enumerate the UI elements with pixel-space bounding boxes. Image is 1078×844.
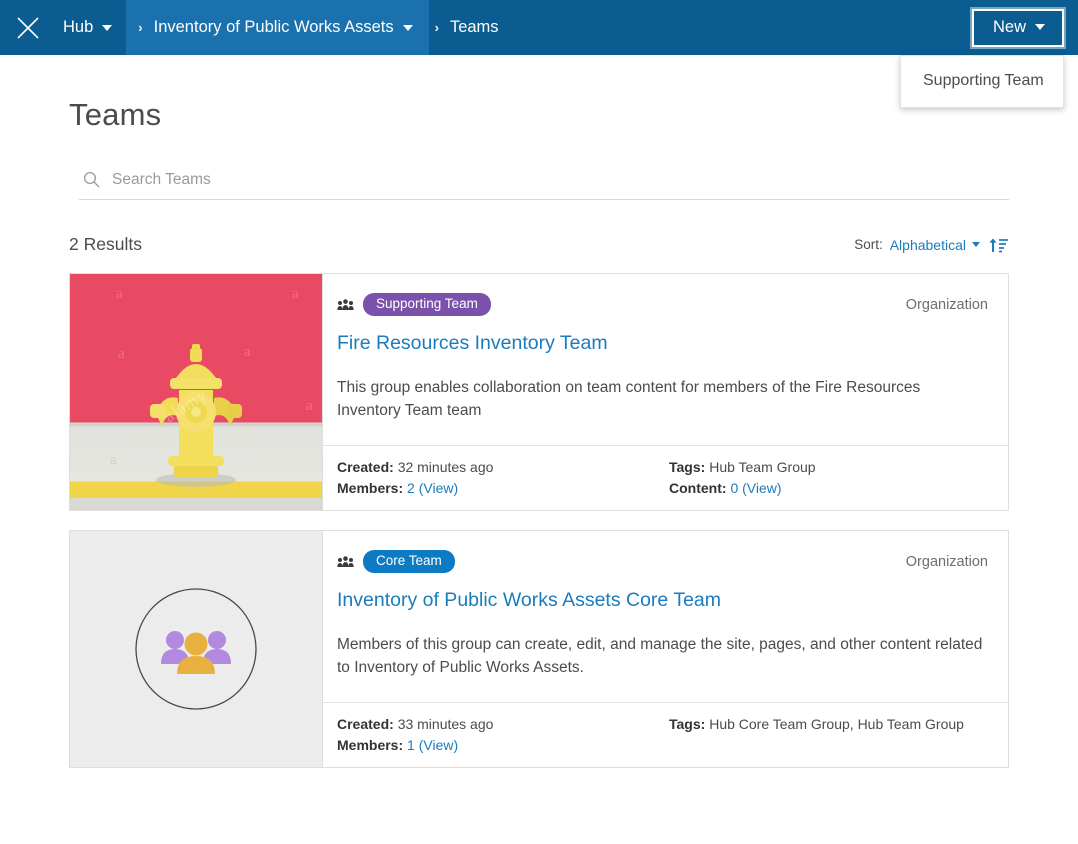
team-meta-left: Created: 33 minutes ago Members: 1 (View… xyxy=(337,716,669,753)
team-card-header: Core Team Organization xyxy=(337,550,988,573)
tags-value: Hub Team Group xyxy=(709,459,815,475)
members-meta: Members: 1 (View) xyxy=(337,737,669,753)
created-value: 32 minutes ago xyxy=(398,459,494,475)
photo-watermark: a xyxy=(244,344,251,361)
team-thumbnail xyxy=(70,531,322,767)
chevron-down-icon xyxy=(972,242,980,247)
tags-meta: Tags: Hub Team Group xyxy=(669,459,816,475)
tags-value: Hub Core Team Group, Hub Team Group xyxy=(709,716,964,732)
breadcrumb-site[interactable]: › Inventory of Public Works Assets xyxy=(126,0,428,55)
content-meta: Content: 0 (View) xyxy=(669,480,816,496)
team-card-footer: Created: 32 minutes ago Members: 2 (View… xyxy=(323,445,1008,510)
breadcrumb-teams-label: Teams xyxy=(450,18,499,37)
fire-hydrant-illustration xyxy=(136,338,256,488)
team-type-badge: Core Team xyxy=(363,550,455,573)
photo-watermark: a xyxy=(116,286,123,303)
team-card-header: Supporting Team Organization xyxy=(337,293,988,316)
results-toolbar: 2 Results Sort: Alphabetical xyxy=(69,234,1009,255)
members-value-link[interactable]: 1 (View) xyxy=(407,737,458,753)
team-card-main: Supporting Team Organization Fire Resour… xyxy=(323,274,1008,445)
created-meta: Created: 32 minutes ago xyxy=(337,459,669,475)
created-label: Created: xyxy=(337,716,394,732)
breadcrumb-hub[interactable]: Hub xyxy=(55,0,126,55)
topbar-actions: New xyxy=(972,0,1078,55)
team-description: This group enables collaboration on team… xyxy=(337,377,988,423)
menu-item-supporting-team[interactable]: Supporting Team xyxy=(901,56,1063,107)
sort-controls: Sort: Alphabetical xyxy=(854,237,1009,253)
created-value: 33 minutes ago xyxy=(398,716,494,732)
sort-ascending-icon[interactable] xyxy=(989,237,1009,253)
tags-label: Tags: xyxy=(669,716,705,732)
team-card-footer: Created: 33 minutes ago Members: 1 (View… xyxy=(323,702,1008,767)
page-content: Teams 2 Results Sort: Alphabetical xyxy=(0,55,1078,768)
team-meta-right: Tags: Hub Core Team Group, Hub Team Grou… xyxy=(669,716,964,753)
new-dropdown-menu: Supporting Team xyxy=(900,55,1064,108)
new-button[interactable]: New xyxy=(972,9,1064,47)
access-level-label: Organization xyxy=(906,297,988,313)
team-card-body: Supporting Team Organization Fire Resour… xyxy=(322,274,1008,510)
photo-watermark: a xyxy=(292,286,299,303)
sort-select[interactable]: Alphabetical xyxy=(890,237,980,253)
members-value-link[interactable]: 2 (View) xyxy=(407,480,458,496)
group-people-icon xyxy=(337,556,354,568)
members-meta: Members: 2 (View) xyxy=(337,480,669,496)
breadcrumb-teams[interactable]: › Teams xyxy=(429,0,516,55)
search-icon xyxy=(83,171,100,188)
close-button[interactable] xyxy=(0,0,55,55)
group-avatar-illustration xyxy=(131,584,261,714)
members-label: Members: xyxy=(337,737,403,753)
team-thumbnail: a a a a a a alamy xyxy=(70,274,322,510)
hydrant-photo: a a a a a a alamy xyxy=(70,274,322,510)
breadcrumb-hub-label: Hub xyxy=(63,18,93,37)
results-count: 2 Results xyxy=(69,234,142,255)
created-meta: Created: 33 minutes ago xyxy=(337,716,669,732)
photo-watermark: a xyxy=(110,452,117,469)
tags-meta: Tags: Hub Core Team Group, Hub Team Grou… xyxy=(669,716,964,732)
tags-label: Tags: xyxy=(669,459,705,475)
chevron-down-icon xyxy=(102,25,112,31)
members-label: Members: xyxy=(337,480,403,496)
team-card-main: Core Team Organization Inventory of Publ… xyxy=(323,531,1008,702)
chevron-right-icon: › xyxy=(138,20,142,35)
close-icon xyxy=(15,15,41,41)
search-input[interactable] xyxy=(112,171,1009,189)
team-title-link[interactable]: Inventory of Public Works Assets Core Te… xyxy=(337,589,988,612)
team-card-body: Core Team Organization Inventory of Publ… xyxy=(322,531,1008,767)
content-label: Content: xyxy=(669,480,727,496)
chevron-down-icon xyxy=(1035,24,1045,30)
team-type-badge: Supporting Team xyxy=(363,293,491,316)
group-avatar-thumbnail xyxy=(70,531,322,767)
new-button-label: New xyxy=(993,18,1026,37)
content-container: Teams 2 Results Sort: Alphabetical xyxy=(69,55,1009,768)
search-bar xyxy=(79,160,1009,200)
team-card[interactable]: Core Team Organization Inventory of Publ… xyxy=(69,530,1009,768)
team-meta-left: Created: 32 minutes ago Members: 2 (View… xyxy=(337,459,669,496)
sort-label: Sort: xyxy=(854,237,883,252)
access-level-label: Organization xyxy=(906,554,988,570)
sort-selected-value: Alphabetical xyxy=(890,237,966,253)
team-description: Members of this group can create, edit, … xyxy=(337,634,988,680)
created-label: Created: xyxy=(337,459,394,475)
team-title-link[interactable]: Fire Resources Inventory Team xyxy=(337,332,988,355)
page-title: Teams xyxy=(69,97,1009,133)
content-value-link[interactable]: 0 (View) xyxy=(730,480,781,496)
breadcrumb-site-label: Inventory of Public Works Assets xyxy=(154,18,394,37)
team-meta-right: Tags: Hub Team Group Content: 0 (View) xyxy=(669,459,816,496)
chevron-down-icon xyxy=(403,25,413,31)
menu-item-label: Supporting Team xyxy=(923,72,1044,89)
chevron-right-icon: › xyxy=(435,20,439,35)
photo-watermark: a xyxy=(306,398,313,415)
team-card[interactable]: a a a a a a alamy xyxy=(69,273,1009,511)
photo-watermark: a xyxy=(118,346,125,363)
group-people-icon xyxy=(337,299,354,311)
top-navigation-bar: Hub › Inventory of Public Works Assets ›… xyxy=(0,0,1078,55)
